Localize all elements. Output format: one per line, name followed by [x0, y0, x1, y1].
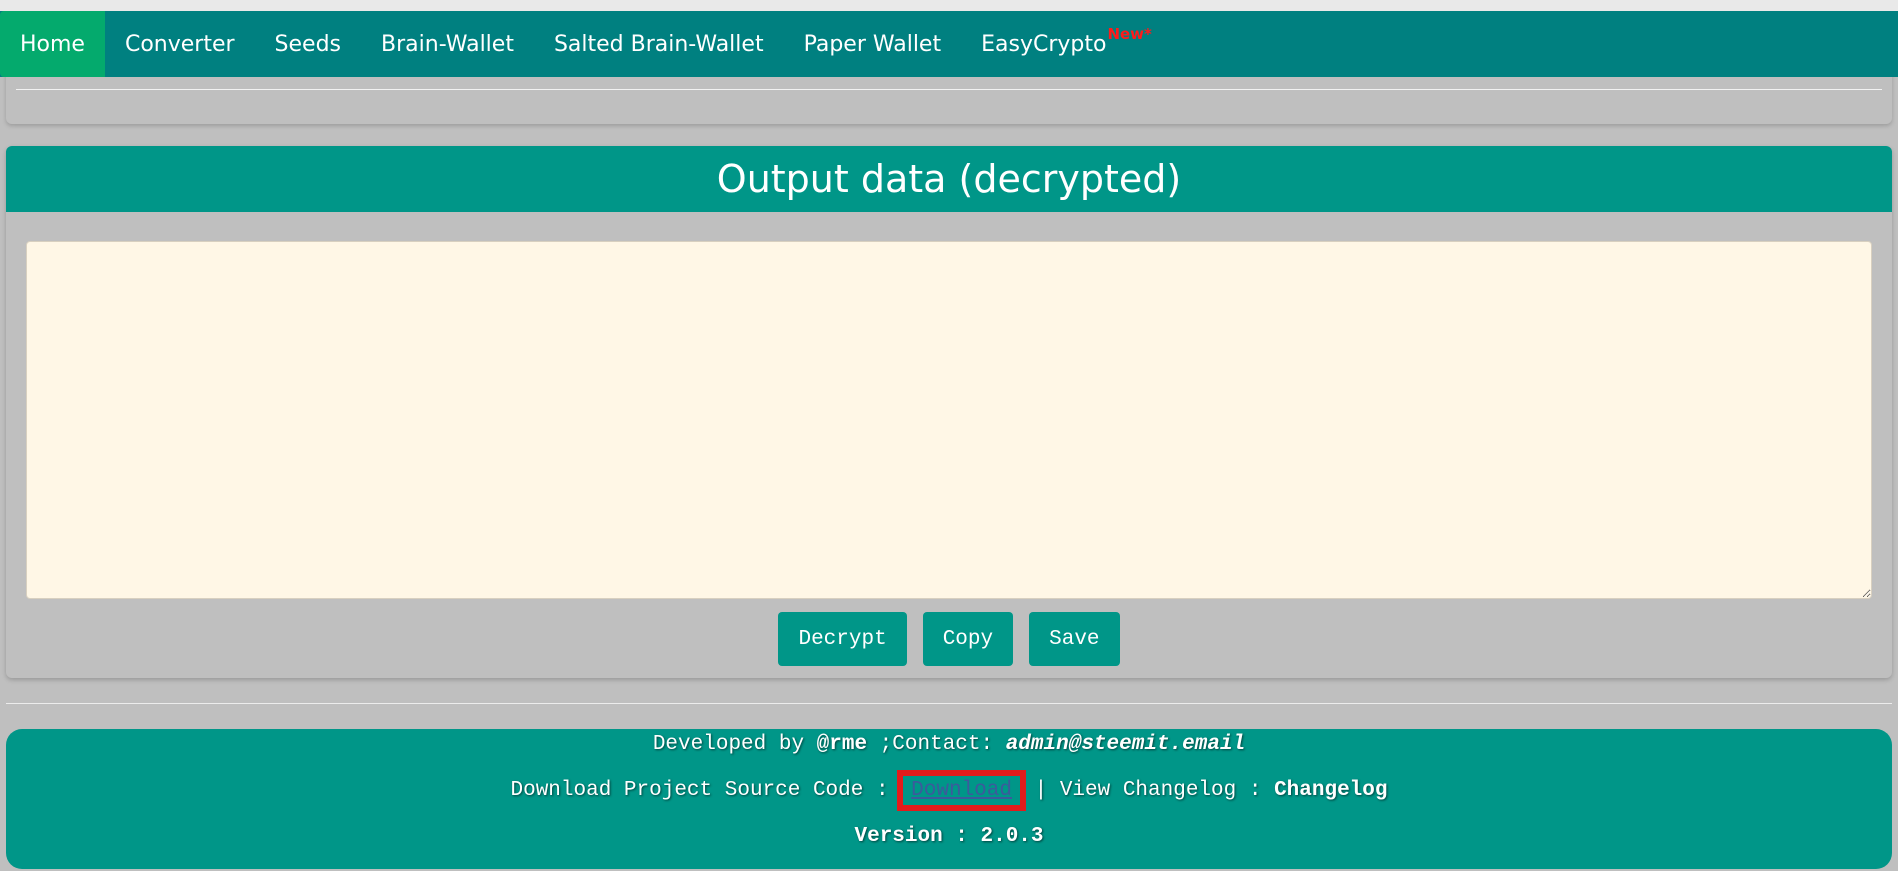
download-prefix: Download Project Source Code : [510, 779, 902, 802]
decrypt-button[interactable]: Decrypt [778, 612, 907, 666]
output-button-row: Decrypt Copy Save [6, 612, 1892, 666]
output-textarea[interactable] [26, 241, 1872, 599]
footer-divider [6, 703, 1892, 704]
developed-prefix: Developed by [652, 733, 817, 756]
nav-seeds[interactable]: Seeds [255, 11, 361, 77]
download-highlight-box: Download [897, 770, 1026, 811]
copy-button[interactable]: Copy [922, 612, 1014, 666]
nav-seeds-label: Seeds [274, 31, 342, 57]
top-navbar: Home Converter Seeds Brain-Wallet Salted… [0, 11, 1898, 77]
nav-converter-label: Converter [124, 31, 235, 57]
output-card: Output data (decrypted) Decrypt Copy Sav… [6, 146, 1892, 678]
footer-links: Download Project Source Code : Download … [6, 770, 1892, 811]
contact-prefix: ;Contact: [867, 733, 1006, 756]
developer-name: @rme [816, 733, 868, 756]
nav-salted-brain-wallet-label: Salted Brain-Wallet [553, 31, 764, 57]
footer-separator: | [1022, 779, 1060, 802]
version-text: Version : 2.0.3 [854, 825, 1044, 848]
footer-credits: Developed by @rme ;Contact: admin@steemi… [6, 733, 1892, 756]
new-badge: New* [1107, 25, 1152, 43]
window-top-strip [0, 0, 1898, 11]
changelog-prefix: View Changelog : [1059, 779, 1275, 802]
nav-home[interactable]: Home [0, 11, 105, 77]
nav-easycrypto-label: EasyCrypto [981, 31, 1107, 57]
footer: Developed by @rme ;Contact: admin@steemi… [6, 729, 1892, 869]
output-title: Output data (decrypted) [6, 146, 1892, 212]
nav-paper-wallet[interactable]: Paper Wallet [784, 11, 962, 77]
footer-version: Version : 2.0.3 [6, 825, 1892, 848]
nav-brain-wallet-label: Brain-Wallet [381, 31, 514, 57]
nav-paper-wallet-label: Paper Wallet [803, 31, 942, 57]
nav-converter[interactable]: Converter [105, 11, 255, 77]
section-divider [16, 89, 1882, 90]
nav-home-label: Home [20, 31, 85, 57]
contact-email: admin@steemit.email [1005, 733, 1246, 756]
save-button[interactable]: Save [1029, 612, 1120, 666]
download-link[interactable]: Download [911, 779, 1012, 802]
nav-easycrypto[interactable]: EasyCrypto New* [961, 11, 1172, 77]
nav-salted-brain-wallet[interactable]: Salted Brain-Wallet [534, 11, 784, 77]
changelog-link[interactable]: Changelog [1274, 779, 1387, 802]
nav-brain-wallet[interactable]: Brain-Wallet [361, 11, 534, 77]
